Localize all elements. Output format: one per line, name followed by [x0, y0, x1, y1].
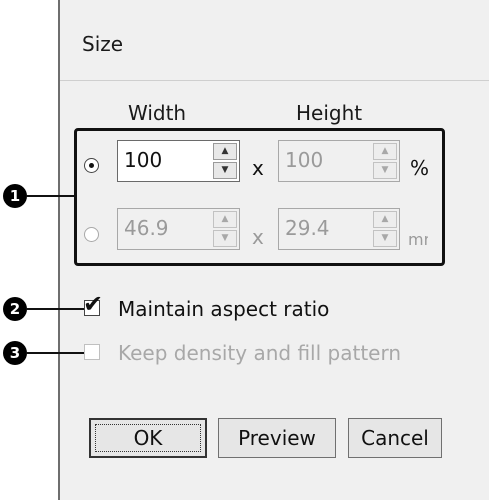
width-mm-value: 46.9	[124, 216, 169, 240]
callout-1-leader-line	[27, 195, 75, 197]
keep-density-label: Keep density and fill pattern	[118, 341, 402, 365]
focus-rectangle	[95, 424, 201, 452]
mm-times-sign: x	[252, 225, 264, 249]
width-mm-spinner: ▲ ▼	[213, 211, 237, 247]
spin-up-icon: ▲	[373, 211, 397, 228]
spin-down-icon: ▼	[213, 230, 237, 247]
check-icon: ✔	[83, 290, 104, 318]
mm-radio[interactable]	[84, 227, 99, 242]
dialog-title-bar	[60, 0, 489, 80]
callout-3-badge: 3	[3, 341, 27, 365]
width-percent-field[interactable]: 100 ▲ ▼	[117, 140, 240, 182]
height-mm-spinner: ▲ ▼	[373, 211, 397, 247]
percent-radio[interactable]	[84, 158, 99, 173]
cancel-button-label: Cancel	[361, 426, 429, 450]
cancel-button[interactable]: Cancel	[348, 418, 442, 458]
callout-1-badge: 1	[3, 184, 27, 208]
percent-times-sign: x	[252, 156, 264, 180]
spin-down-icon: ▼	[373, 162, 397, 179]
spin-down-icon: ▼	[373, 230, 397, 247]
height-percent-value: 100	[285, 148, 324, 172]
spin-up-icon: ▲	[373, 143, 397, 160]
percent-unit-label: %	[410, 156, 430, 180]
mm-unit-label: mm	[408, 230, 428, 249]
callout-3-leader-line	[27, 352, 85, 354]
spin-up-icon: ▲	[213, 211, 237, 228]
preview-button[interactable]: Preview	[218, 418, 336, 458]
keep-density-checkbox	[84, 344, 100, 360]
callout-2-leader-line	[27, 308, 85, 310]
spin-up-icon[interactable]: ▲	[213, 143, 237, 160]
ok-button[interactable]: OK	[89, 418, 207, 458]
spin-down-icon[interactable]: ▼	[213, 162, 237, 179]
maintain-aspect-checkbox[interactable]: ✔	[83, 292, 103, 316]
dialog-title: Size	[82, 32, 124, 56]
width-percent-value: 100	[124, 148, 163, 172]
height-percent-field: 100 ▲ ▼	[278, 140, 400, 182]
radio-selected-dot	[89, 163, 94, 168]
width-mm-field: 46.9 ▲ ▼	[117, 208, 240, 250]
height-column-label: Height	[296, 101, 363, 125]
width-percent-spinner: ▲ ▼	[213, 143, 237, 179]
callout-2-badge: 2	[3, 297, 27, 321]
height-mm-field: 29.4 ▲ ▼	[278, 208, 400, 250]
maintain-aspect-label: Maintain aspect ratio	[118, 297, 330, 321]
title-separator	[60, 80, 489, 81]
height-mm-value: 29.4	[285, 216, 330, 240]
height-percent-spinner: ▲ ▼	[373, 143, 397, 179]
width-column-label: Width	[128, 101, 187, 125]
preview-button-label: Preview	[238, 426, 316, 450]
